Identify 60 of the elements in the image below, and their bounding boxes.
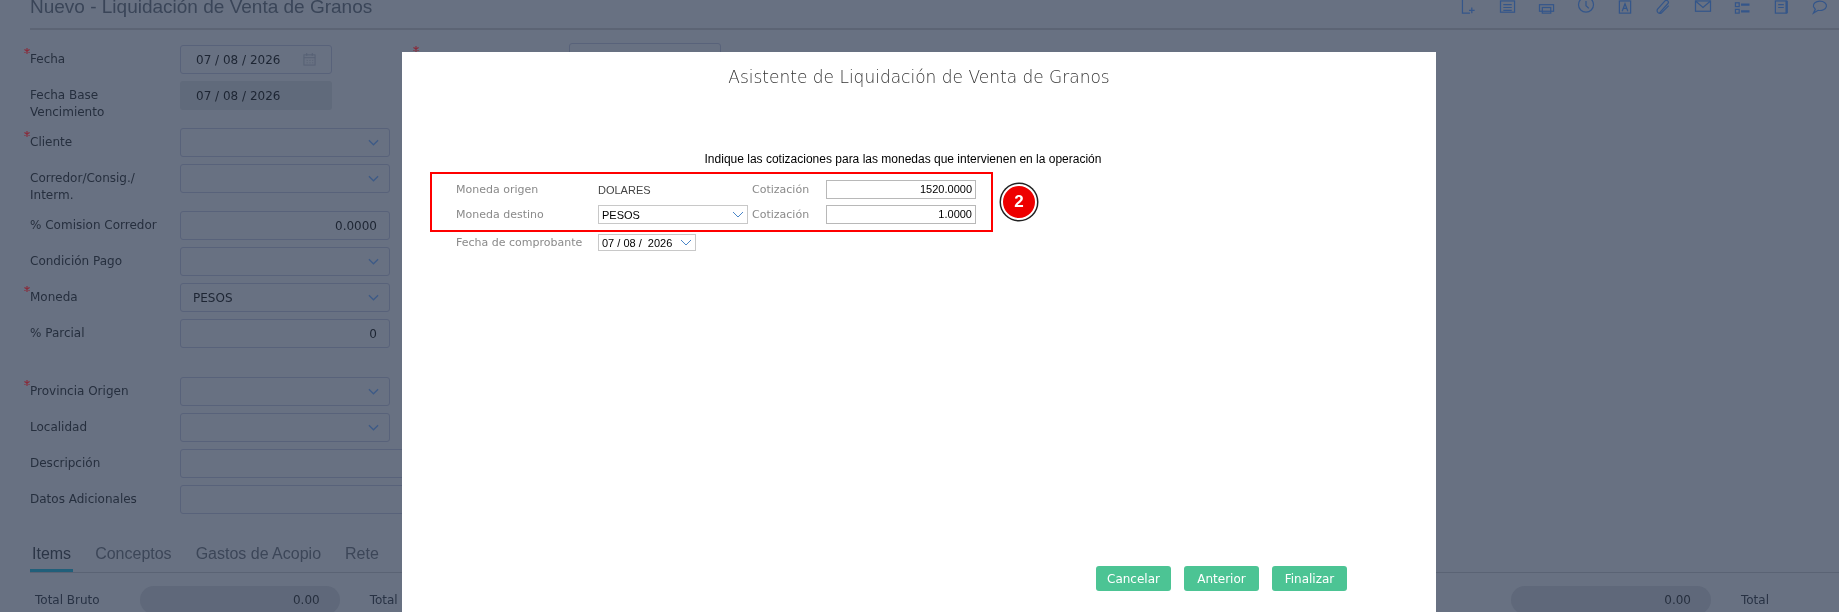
- field-label: Condición Pago: [30, 253, 123, 270]
- dialog-button[interactable]: Cancelar: [1096, 566, 1171, 591]
- field-label: Datos Adicionales: [30, 491, 138, 508]
- currency-value: DOLARES: [598, 183, 652, 196]
- speech-bubble-icon[interactable]: [1811, 0, 1829, 15]
- chevron-down-icon: [368, 294, 379, 301]
- field-label: Localidad: [30, 419, 89, 436]
- total-label: Total Bruto: [35, 593, 100, 607]
- envelope-icon[interactable]: [1694, 0, 1712, 15]
- rate-input[interactable]: 1.0000: [826, 205, 976, 224]
- document-icon[interactable]: [1499, 0, 1517, 15]
- field-label: Cliente: [30, 134, 74, 151]
- total-label: Total: [369, 593, 398, 607]
- dropdown-field[interactable]: [180, 247, 390, 276]
- chevron-down-icon: [732, 211, 744, 218]
- field-label: Cotización: [751, 183, 811, 196]
- dropdown-field[interactable]: [180, 128, 390, 157]
- field-label: Fecha de comprobante: [456, 236, 584, 249]
- chevron-down-icon: [368, 175, 379, 182]
- field-label: Moneda origen: [456, 183, 540, 196]
- field-label: Fecha Base Vencimiento: [30, 87, 106, 121]
- dropdown-field[interactable]: [180, 413, 390, 442]
- dialog-button[interactable]: Anterior: [1184, 566, 1259, 591]
- chevron-down-icon: [368, 258, 379, 265]
- field-label: % Parcial: [30, 325, 86, 342]
- total-field: 0.00: [139, 586, 340, 612]
- input-field[interactable]: 07 / 08 / 2026: [180, 81, 332, 110]
- rate-input[interactable]: 1520.0000: [826, 180, 976, 199]
- chevron-down-icon: [368, 388, 379, 395]
- dialog-title: Asistente de Liquidación de Venta de Granos: [727, 67, 1111, 87]
- dropdown-field[interactable]: [180, 377, 390, 406]
- input-field[interactable]: 0: [180, 319, 390, 348]
- notebook-icon[interactable]: [1772, 0, 1790, 15]
- dropdown-field[interactable]: [180, 164, 390, 193]
- chevron-down-icon: [368, 424, 379, 431]
- field-label: Cotización: [751, 208, 811, 221]
- clock-icon[interactable]: [1577, 0, 1595, 15]
- font-icon[interactable]: [1616, 0, 1634, 15]
- doc-add-icon[interactable]: [1460, 0, 1478, 15]
- date-dropdown[interactable]: 07 / 08 / 2026: [598, 234, 696, 251]
- field-label: Descripción: [30, 455, 102, 472]
- chevron-down-icon: [680, 239, 692, 246]
- date-field[interactable]: 07 / 08 / 2026: [180, 45, 332, 74]
- field-label: % Comision Corredor: [30, 217, 158, 234]
- input-field[interactable]: 0.0000: [180, 211, 390, 240]
- field-label: Fecha: [30, 51, 67, 68]
- list-icon[interactable]: [1733, 0, 1751, 15]
- field-label: Moneda destino: [456, 208, 545, 221]
- step-badge: 2: [1001, 184, 1037, 220]
- currency-dropdown[interactable]: PESOS: [598, 205, 748, 224]
- instruction-text: Indique las cotizaciones para las monedas que intervienen en la operación: [703, 152, 1103, 166]
- field-label: Moneda: [30, 289, 79, 306]
- field-label: Corredor/Consig./ Interm.: [30, 170, 136, 204]
- dialog-button[interactable]: Finalizar: [1272, 566, 1347, 591]
- tab[interactable]: Items: [30, 541, 74, 572]
- field-label: Provincia Origen: [30, 383, 130, 400]
- chevron-down-icon: [368, 139, 379, 146]
- total-field: 0.00: [1510, 586, 1711, 612]
- dropdown-field[interactable]: PESOS: [180, 283, 390, 312]
- total-label: Total: [1740, 593, 1769, 607]
